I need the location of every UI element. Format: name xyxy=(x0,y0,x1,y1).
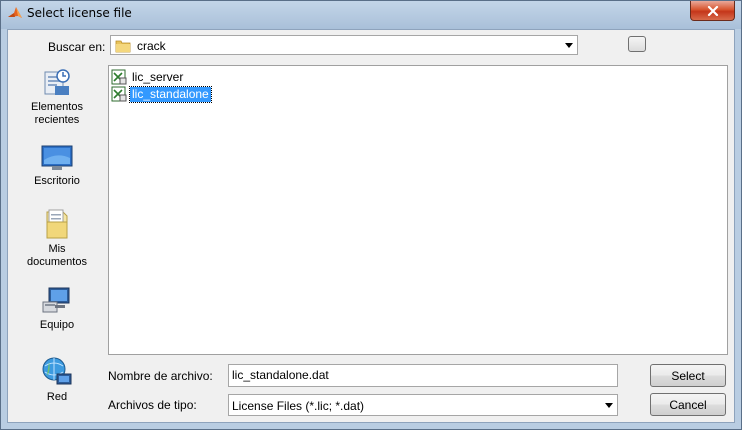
file-name-field[interactable]: lic_standalone.dat xyxy=(228,364,618,387)
chevron-down-icon[interactable] xyxy=(561,36,577,54)
desktop-icon xyxy=(41,145,73,170)
file-name: lic_server xyxy=(132,69,184,84)
list-item[interactable]: lic_standalone xyxy=(111,85,212,103)
close-button[interactable] xyxy=(690,1,735,21)
file-type-select[interactable]: License Files (*.lic; *.dat) xyxy=(228,394,618,416)
file-name-label: Nombre de archivo: xyxy=(108,369,213,383)
file-list[interactable]: lic_server lic_standalone xyxy=(108,65,728,355)
place-label: documentos xyxy=(27,256,87,268)
list-item[interactable]: lic_server xyxy=(111,69,185,85)
look-in-label: Buscar en: xyxy=(48,40,106,54)
look-in-combobox[interactable]: crack xyxy=(110,35,578,55)
cancel-button[interactable]: Cancel xyxy=(650,393,726,416)
look-in-value: crack xyxy=(137,39,166,53)
computer-icon xyxy=(42,287,70,313)
title-bar[interactable]: Select license file xyxy=(1,1,741,27)
matlab-logo-icon xyxy=(8,7,22,18)
close-icon xyxy=(707,5,718,16)
places-bar: Elementos recientes Escritorio Mis docum… xyxy=(12,66,102,406)
file-name: lic_standalone xyxy=(129,85,212,103)
place-label: Elementos xyxy=(31,101,83,113)
window-title: Select license file xyxy=(27,6,132,20)
file-type-value: License Files (*.lic; *.dat) xyxy=(232,399,365,413)
place-recent-items[interactable]: Elementos recientes xyxy=(12,66,102,127)
place-computer[interactable]: Equipo xyxy=(12,286,102,332)
select-button[interactable]: Select xyxy=(650,364,726,387)
place-documents[interactable]: Mis documentos xyxy=(12,208,102,269)
place-label: Mis xyxy=(48,243,66,255)
license-file-icon xyxy=(111,86,127,102)
network-icon xyxy=(42,357,72,385)
place-desktop[interactable]: Escritorio xyxy=(12,144,102,188)
place-label: Escritorio xyxy=(34,175,80,187)
documents-icon xyxy=(46,209,68,239)
view-options-button[interactable] xyxy=(628,36,646,52)
place-label: Red xyxy=(46,391,68,403)
place-label: Equipo xyxy=(39,319,75,331)
folder-icon xyxy=(115,40,131,53)
license-file-icon xyxy=(111,69,127,85)
place-network[interactable]: Red xyxy=(12,356,102,404)
chevron-down-icon[interactable] xyxy=(601,395,617,415)
recent-items-icon xyxy=(44,69,70,95)
dialog-body: Buscar en: crack Elementos recientes Esc… xyxy=(7,29,735,423)
place-label: recientes xyxy=(34,114,80,126)
file-type-label: Archivos de tipo: xyxy=(108,398,197,412)
select-license-dialog: Select license file Buscar en: crack Ele… xyxy=(0,0,742,430)
